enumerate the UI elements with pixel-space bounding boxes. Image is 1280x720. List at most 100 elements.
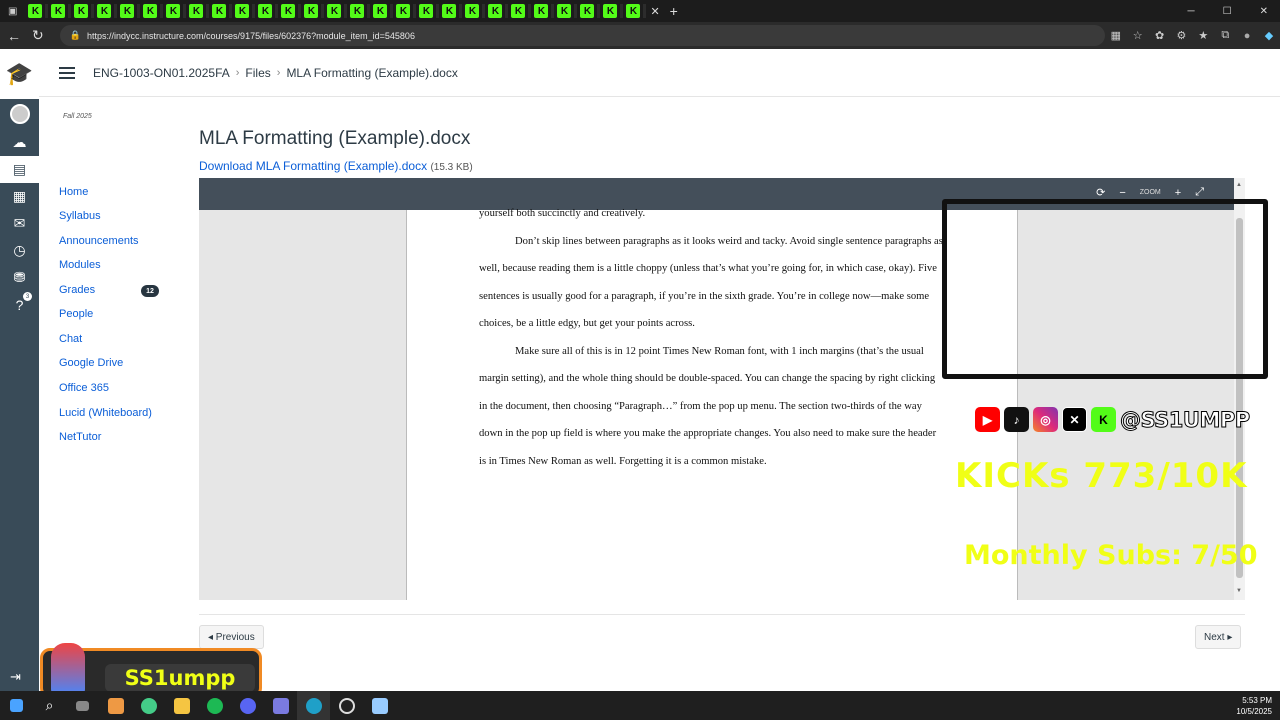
tab-list: KKKKKKKKKKKKKKKKKKKKKKKKKKK xyxy=(25,4,647,18)
kick-tab-icon[interactable]: K xyxy=(350,4,365,18)
kick-tab-icon[interactable]: K xyxy=(166,4,181,18)
back-icon[interactable]: ← xyxy=(2,28,26,44)
course-nav-syllabus[interactable]: Syllabus xyxy=(59,210,101,222)
tab-separator xyxy=(505,4,509,18)
favorites-icon[interactable]: ★ xyxy=(1192,29,1214,42)
edge-icon[interactable] xyxy=(297,691,330,720)
course-nav-google-drive[interactable]: Google Drive xyxy=(59,357,123,369)
kick-tab-icon[interactable]: K xyxy=(28,4,43,18)
course-nav-announcements[interactable]: Announcements xyxy=(59,235,139,247)
minimize-icon[interactable]: ─ xyxy=(1188,6,1195,17)
app-icon-1[interactable] xyxy=(99,691,132,720)
kick-tab-icon[interactable]: K xyxy=(74,4,89,18)
collections-icon[interactable]: ⧉ xyxy=(1214,29,1236,42)
hamburger-menu-icon[interactable] xyxy=(59,66,75,79)
copilot-icon[interactable]: ◆ xyxy=(1258,29,1280,42)
kick-tab-icon[interactable]: K xyxy=(120,4,135,18)
course-nav-office-365[interactable]: Office 365 xyxy=(59,382,109,394)
system-clock[interactable]: 5:53 PM 10/5/2025 xyxy=(1236,695,1272,717)
task-view-icon[interactable] xyxy=(66,691,99,720)
new-tab-icon[interactable]: + xyxy=(670,3,678,19)
kick-tab-icon[interactable]: K xyxy=(396,4,411,18)
extensions-icon[interactable]: ✿ xyxy=(1149,29,1171,42)
course-nav-chat[interactable]: Chat xyxy=(59,333,82,345)
kick-tab-icon[interactable]: K xyxy=(235,4,250,18)
start-icon[interactable] xyxy=(0,691,33,720)
previous-button[interactable]: ◂ Previous xyxy=(199,625,264,649)
kick-icon: K xyxy=(1091,407,1116,432)
calendar-icon[interactable]: ▦ xyxy=(0,183,39,210)
chrome-icon[interactable] xyxy=(132,691,165,720)
collapse-nav-icon[interactable]: ⇥ xyxy=(10,669,21,685)
gamepad-icon[interactable] xyxy=(264,691,297,720)
close-window-icon[interactable]: ✕ xyxy=(1260,6,1268,17)
spotify-icon[interactable] xyxy=(198,691,231,720)
course-nav-nettutor[interactable]: NetTutor xyxy=(59,431,101,443)
kick-tab-icon[interactable]: K xyxy=(281,4,296,18)
kick-tab-icon[interactable]: K xyxy=(304,4,319,18)
tab-strip: ▣ KKKKKKKKKKKKKKKKKKKKKKKKKKK ✕ + ─ ☐ ✕ xyxy=(0,0,1280,22)
grid-icon[interactable]: ▦ xyxy=(1105,29,1127,42)
dashboard-icon[interactable]: ☁ xyxy=(0,129,39,156)
kick-tab-icon[interactable]: K xyxy=(557,4,572,18)
rotate-icon[interactable]: ⟳ xyxy=(1096,186,1105,199)
breadcrumb-file: MLA Formatting (Example).docx xyxy=(286,65,458,80)
kick-tab-icon[interactable]: K xyxy=(327,4,342,18)
tab-separator xyxy=(597,4,601,18)
file-explorer-icon[interactable] xyxy=(165,691,198,720)
course-nav-lucid[interactable]: Lucid (Whiteboard) xyxy=(59,407,152,419)
scroll-down-icon[interactable]: ▼ xyxy=(1236,588,1242,594)
breadcrumb-course[interactable]: ENG-1003-ON01.2025FA xyxy=(93,66,230,80)
commons-icon[interactable]: ⛃ xyxy=(0,264,39,291)
breadcrumb-files[interactable]: Files xyxy=(245,66,270,80)
course-nav-people[interactable]: People xyxy=(59,308,93,320)
kick-tab-icon[interactable]: K xyxy=(51,4,66,18)
settings-icon[interactable]: ⚙ xyxy=(1171,29,1193,42)
refresh-icon[interactable]: ↻ xyxy=(26,27,50,44)
discord-icon[interactable] xyxy=(231,691,264,720)
fullscreen-icon[interactable]: ⤢ xyxy=(1195,186,1204,199)
help-icon[interactable]: ? 3 xyxy=(0,291,39,318)
scroll-up-icon[interactable]: ▲ xyxy=(1236,182,1242,188)
history-icon[interactable]: ◷ xyxy=(0,237,39,264)
kick-tab-icon[interactable]: K xyxy=(97,4,112,18)
favorite-star-icon[interactable]: ☆ xyxy=(1127,29,1149,42)
browser-menu-icon[interactable]: ▣ xyxy=(8,6,17,17)
school-logo[interactable]: 🎓 xyxy=(0,49,39,99)
notepad-icon[interactable] xyxy=(363,691,396,720)
close-tab-icon[interactable]: ✕ xyxy=(650,5,659,18)
obs-icon[interactable] xyxy=(330,691,363,720)
kick-tab-icon[interactable]: K xyxy=(488,4,503,18)
account-avatar[interactable] xyxy=(0,99,39,129)
course-nav-home[interactable]: Home xyxy=(59,186,88,198)
zoom-out-icon[interactable]: − xyxy=(1119,187,1125,199)
kick-tab-icon[interactable]: K xyxy=(511,4,526,18)
profile-avatar[interactable]: ● xyxy=(1236,30,1258,42)
kick-tab-icon[interactable]: K xyxy=(258,4,273,18)
next-button[interactable]: Next ▸ xyxy=(1195,625,1242,649)
course-nav-grades[interactable]: Grades xyxy=(59,284,95,296)
course-nav-modules[interactable]: Modules xyxy=(59,259,101,271)
kick-tab-icon[interactable]: K xyxy=(580,4,595,18)
kick-tab-icon[interactable]: K xyxy=(465,4,480,18)
maximize-icon[interactable]: ☐ xyxy=(1223,6,1232,17)
tab-separator xyxy=(551,4,555,18)
courses-icon[interactable]: ▤ xyxy=(0,156,39,183)
kick-tab-icon[interactable]: K xyxy=(419,4,434,18)
url-field[interactable]: 🔒 https://indycc.instructure.com/courses… xyxy=(59,25,1105,46)
kick-tab-icon[interactable]: K xyxy=(603,4,618,18)
kick-tab-icon[interactable]: K xyxy=(143,4,158,18)
kick-tab-icon[interactable]: K xyxy=(442,4,457,18)
kick-tab-icon[interactable]: K xyxy=(212,4,227,18)
kick-tab-icon[interactable]: K xyxy=(189,4,204,18)
kick-tab-icon[interactable]: K xyxy=(373,4,388,18)
zoom-in-icon[interactable]: + xyxy=(1175,187,1181,199)
address-bar: ← ↻ 🔒 https://indycc.instructure.com/cou… xyxy=(0,22,1280,49)
kick-tab-icon[interactable]: K xyxy=(626,4,641,18)
footer-divider xyxy=(199,614,1245,615)
chevron-right-icon: › xyxy=(276,66,281,79)
search-icon[interactable]: ⌕ xyxy=(33,691,66,720)
kick-tab-icon[interactable]: K xyxy=(534,4,549,18)
inbox-icon[interactable]: ✉ xyxy=(0,210,39,237)
download-link[interactable]: Download MLA Formatting (Example).docx xyxy=(199,159,427,173)
